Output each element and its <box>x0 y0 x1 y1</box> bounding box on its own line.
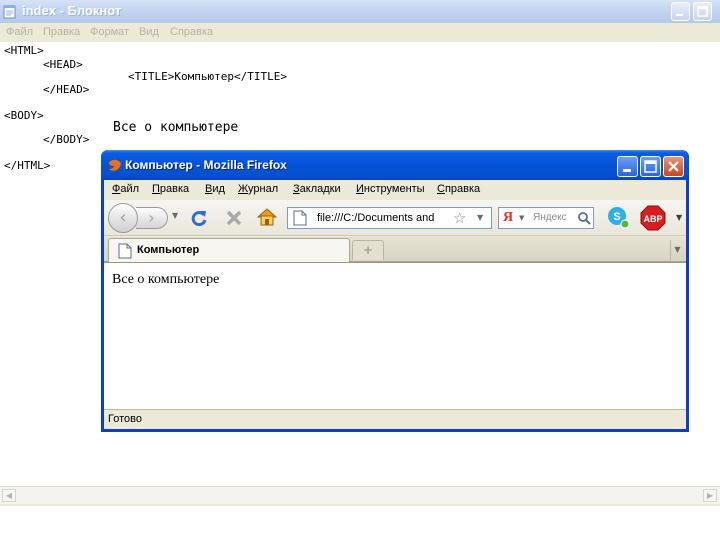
code-line: <HEAD> <box>43 58 83 71</box>
address-dropdown-icon[interactable]: ▼ <box>477 213 483 222</box>
status-text: Готово <box>108 413 142 425</box>
code-line: </HTML> <box>4 159 51 172</box>
search-engine-dropdown-icon[interactable]: ▼ <box>519 214 524 222</box>
plus-icon: + <box>362 243 374 257</box>
address-bar[interactable]: file:///C:/Documents and Settings ☆ ▼ <box>287 207 492 229</box>
navigation-toolbar: › ‹ ▼ file:///C:/Documents and ☆ ▼ Я ▼ Я… <box>104 200 686 236</box>
notepad-menu-view[interactable]: Вид <box>139 26 159 38</box>
reload-icon[interactable] <box>189 208 209 228</box>
svg-text:ABP: ABP <box>643 214 662 224</box>
firefox-menubar: Файл Правка Вид Журнал Закладки Инструме… <box>104 180 686 200</box>
notepad-minimize-button[interactable] <box>671 2 690 21</box>
scroll-left-arrow-icon[interactable]: ◀ <box>2 489 16 502</box>
firefox-client-area: Файл Правка Вид Журнал Закладки Инструме… <box>104 180 686 429</box>
home-icon[interactable] <box>256 207 278 227</box>
notepad-title: index - Блокнот <box>22 3 122 18</box>
notepad-titlebar[interactable]: index - Блокнот <box>0 0 720 23</box>
adblock-plus-icon[interactable]: ABP <box>640 205 666 231</box>
maximize-icon <box>644 160 657 173</box>
menu-edit[interactable]: Правка <box>152 183 189 195</box>
forward-button[interactable]: › <box>136 207 168 229</box>
page-icon <box>293 210 307 226</box>
history-dropdown-icon[interactable]: ▼ <box>172 211 178 220</box>
stop-icon[interactable] <box>224 208 244 228</box>
minimize-icon <box>623 169 631 172</box>
status-bar: Готово <box>104 409 686 429</box>
menu-tools[interactable]: Инструменты <box>356 183 425 195</box>
notepad-menu-format[interactable]: Формат <box>90 26 129 38</box>
code-line: </HEAD> <box>43 83 90 96</box>
notepad-app-icon <box>3 5 16 19</box>
firefox-maximize-button[interactable] <box>640 156 661 177</box>
code-line: </BODY> <box>43 133 90 146</box>
firefox-title: Компьютер - Mozilla Firefox <box>125 158 287 172</box>
menu-file[interactable]: Файл <box>112 183 139 195</box>
minimize-icon <box>676 14 683 16</box>
tab-list-dropdown-icon[interactable]: ▼ <box>670 240 684 260</box>
menu-history[interactable]: Журнал <box>238 183 278 195</box>
page-content[interactable]: Все о компьютере <box>104 262 686 409</box>
firefox-window: Компьютер - Mozilla Firefox Файл Правка … <box>101 150 689 432</box>
notepad-menu-help[interactable]: Справка <box>170 26 213 38</box>
back-button[interactable]: ‹ <box>108 203 138 233</box>
skype-icon[interactable]: S <box>606 205 630 229</box>
firefox-minimize-button[interactable] <box>617 156 638 177</box>
scroll-right-arrow-icon[interactable]: ▶ <box>703 489 717 502</box>
notepad-horizontal-scrollbar[interactable]: ◀ ▶ <box>0 486 720 504</box>
menu-help[interactable]: Справка <box>437 183 480 195</box>
close-icon <box>668 161 679 172</box>
firefox-titlebar[interactable]: Компьютер - Mozilla Firefox <box>101 150 689 180</box>
new-tab-button[interactable]: + <box>352 240 384 260</box>
menu-view[interactable]: Вид <box>205 183 225 195</box>
search-icon[interactable] <box>577 211 591 225</box>
forward-arrow-icon: › <box>148 208 155 227</box>
code-line: <BODY> <box>4 109 44 122</box>
code-line: Все о компьютере <box>113 120 239 135</box>
notepad-maximize-button[interactable] <box>693 2 712 21</box>
tab-strip: Компьютер + ▼ <box>104 237 686 262</box>
search-bar[interactable]: Я ▼ Яндекс <box>498 207 594 229</box>
address-text: file:///C:/Documents and Settings <box>317 212 437 224</box>
code-line: <HTML> <box>4 44 44 57</box>
maximize-icon <box>697 6 708 17</box>
firefox-logo-icon <box>107 158 122 173</box>
notepad-menu-edit[interactable]: Правка <box>43 26 80 38</box>
notepad-menubar: Файл Правка Формат Вид Справка <box>0 23 720 42</box>
tab-label: Компьютер <box>137 244 200 256</box>
tab-page-icon <box>118 243 132 259</box>
toolbar-overflow-icon[interactable]: ▼ <box>676 213 682 222</box>
back-forward-group: › ‹ <box>108 203 180 233</box>
search-input[interactable]: Яндекс <box>533 212 567 223</box>
svg-text:S: S <box>613 211 620 223</box>
bookmark-star-icon[interactable]: ☆ <box>453 209 466 227</box>
firefox-close-button[interactable] <box>663 156 684 177</box>
menu-bookmarks[interactable]: Закладки <box>293 183 341 195</box>
tab-computer[interactable]: Компьютер <box>108 238 350 262</box>
yandex-logo-icon[interactable]: Я <box>503 210 513 226</box>
page-body-text: Все о компьютере <box>112 272 220 287</box>
notepad-menu-file[interactable]: Файл <box>6 26 33 38</box>
back-arrow-icon: ‹ <box>119 207 127 228</box>
code-line: <TITLE>Компьютер</TITLE> <box>128 70 287 83</box>
